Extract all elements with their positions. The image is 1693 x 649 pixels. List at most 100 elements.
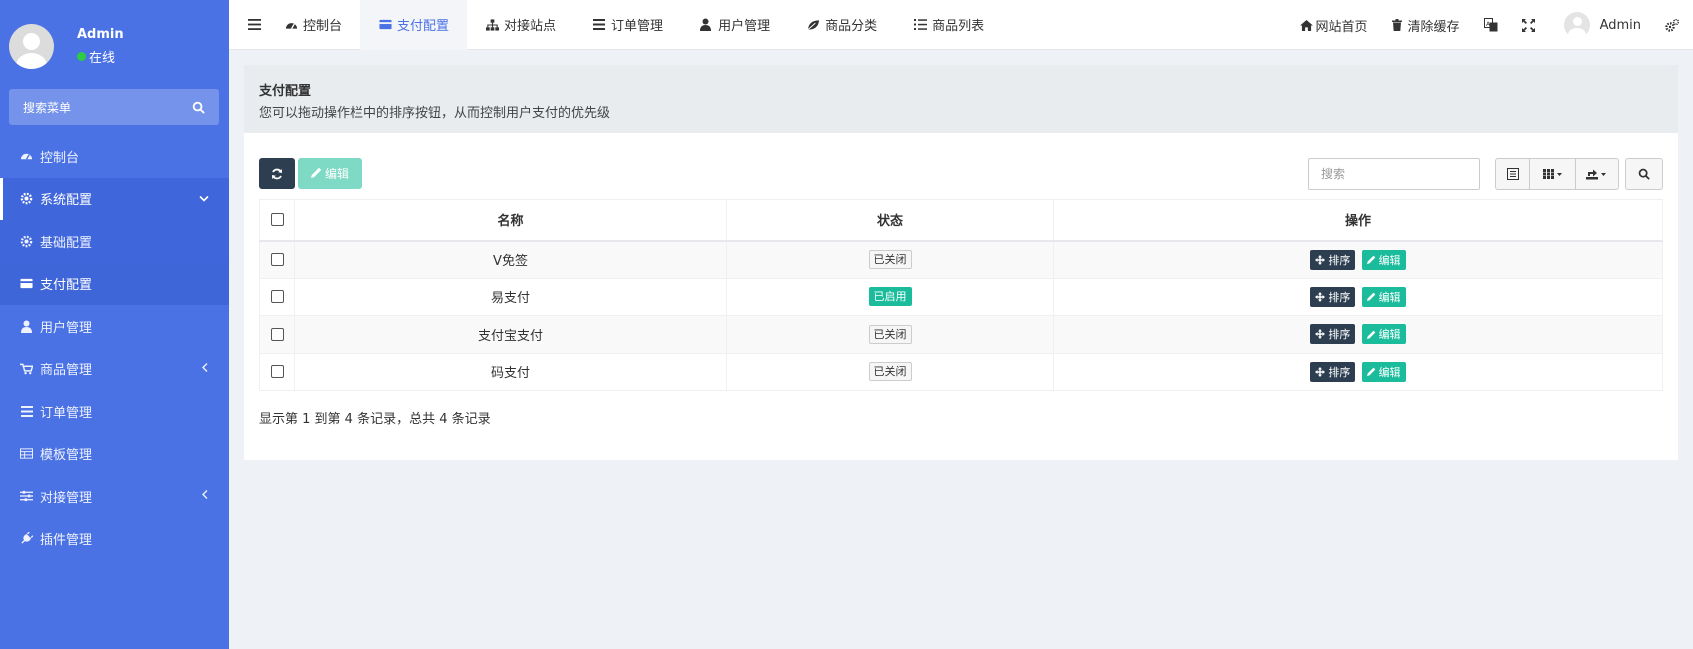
gears-icon[interactable] [1657, 0, 1687, 50]
edit-button[interactable]: 编辑 [298, 158, 362, 189]
user-status-label: 在线 [89, 50, 116, 66]
sidebar-search-menu[interactable]: 搜索菜单 [9, 89, 219, 125]
dashboard-icon [285, 18, 298, 31]
sort-button[interactable]: 排序 [1310, 324, 1356, 345]
gear-icon [20, 192, 33, 205]
sort-button[interactable]: 排序 [1310, 361, 1356, 382]
menu-toggle-icon[interactable] [242, 0, 266, 50]
row-edit-button[interactable]: 编辑 [1361, 324, 1406, 345]
sidebar-item-label: 控制台 [40, 150, 80, 166]
search-icon[interactable] [192, 101, 205, 114]
sidebar-item-user-management[interactable]: 用户管理 [0, 305, 229, 348]
user-menu[interactable]: Admin [1548, 12, 1653, 38]
tab-product-category[interactable]: 商品分类 [788, 0, 895, 50]
sidebar-item-label: 插件管理 [40, 533, 93, 549]
pagination-info: 显示第 1 到第 4 条记录，总共 4 条记录 [259, 412, 491, 427]
pencil-icon [1366, 292, 1376, 302]
sidebar-item-payment-config[interactable]: 支付配置 [0, 262, 229, 305]
row-checkbox[interactable] [270, 327, 284, 341]
fullscreen-icon[interactable] [1514, 0, 1544, 50]
pencil-icon [1366, 255, 1376, 264]
move-icon [1315, 366, 1326, 377]
avatar [1563, 12, 1590, 38]
move-icon [1315, 254, 1326, 265]
column-header-status[interactable]: 状态 [726, 199, 1054, 242]
row-checkbox[interactable] [270, 365, 284, 379]
table-icon [20, 447, 33, 460]
row-edit-label: 编辑 [1378, 253, 1401, 267]
user-icon [700, 18, 713, 31]
sort-button-label: 排序 [1328, 253, 1351, 267]
edit-button-label: 编辑 [324, 167, 349, 181]
sidebar-item-plugin-management[interactable]: 插件管理 [0, 518, 229, 561]
gear-icon [20, 235, 33, 248]
table-header-row: 名称 状态 操作 [259, 199, 1663, 242]
columns-dropdown-button[interactable] [1530, 159, 1576, 189]
payment-table: 名称 状态 操作 V免签 已关闭 排序 编辑 易支付 已启用 排序 编辑 支付宝… [259, 199, 1663, 391]
top-user-name: Admin [1599, 17, 1641, 33]
move-icon [1315, 329, 1326, 340]
export-dropdown-button[interactable] [1576, 159, 1618, 189]
sliders-icon [20, 490, 33, 503]
pencil-icon [1366, 330, 1376, 339]
sidebar-item-integration-management[interactable]: 对接管理 [0, 475, 229, 518]
row-edit-button[interactable]: 编辑 [1361, 361, 1406, 382]
tab-label: 支付配置 [397, 19, 450, 34]
sidebar-item-basic-config[interactable]: 基础配置 [0, 220, 229, 263]
tab-dashboard[interactable]: 控制台 [266, 0, 360, 50]
tab-label: 商品列表 [932, 19, 985, 34]
row-checkbox[interactable] [270, 253, 284, 266]
row-edit-button[interactable]: 编辑 [1361, 286, 1406, 307]
export-icon [1586, 169, 1606, 180]
clear-cache-button[interactable]: 清除缓存 [1380, 16, 1472, 35]
tab-payment-config[interactable]: 支付配置 [360, 0, 468, 50]
refresh-button[interactable] [259, 158, 295, 189]
cart-icon [20, 362, 33, 375]
select-all-checkbox[interactable] [270, 213, 284, 227]
advanced-search-button[interactable] [1625, 158, 1663, 190]
tab-product-list[interactable]: 商品列表 [895, 0, 1002, 50]
table-row: 易支付 已启用 排序 编辑 [259, 277, 1663, 316]
column-header-actions: 操作 [1053, 199, 1663, 242]
sidebar-user-name: Admin [77, 26, 124, 42]
sidebar-item-template-management[interactable]: 模板管理 [0, 433, 229, 476]
tab-order-management[interactable]: 订单管理 [574, 0, 681, 50]
sidebar-item-dashboard[interactable]: 控制台 [0, 135, 229, 178]
sort-button[interactable]: 排序 [1310, 249, 1356, 270]
language-icon[interactable]: A [1476, 0, 1506, 50]
table-search-input[interactable] [1308, 158, 1480, 190]
tab-connected-sites[interactable]: 对接站点 [467, 0, 574, 50]
row-edit-button[interactable]: 编辑 [1361, 249, 1406, 270]
status-badge[interactable]: 已关闭 [868, 250, 912, 269]
sidebar-nav: 控制台 系统配置 基础配置 支付配置 用户管理 商品管理 订单管理 模板管理 对… [0, 135, 229, 560]
chevron-down-icon [199, 192, 209, 205]
row-edit-label: 编辑 [1378, 290, 1401, 304]
sort-button[interactable]: 排序 [1310, 286, 1356, 307]
tab-user-management[interactable]: 用户管理 [681, 0, 788, 50]
row-name: 码支付 [294, 352, 727, 391]
sidebar-item-product-management[interactable]: 商品管理 [0, 348, 229, 391]
tab-label: 用户管理 [718, 19, 771, 34]
page-title: 支付配置 [259, 84, 312, 99]
list-ul-icon [914, 18, 928, 31]
status-badge[interactable]: 已启用 [868, 287, 912, 307]
sidebar-item-label: 用户管理 [40, 320, 93, 336]
sidebar-item-order-management[interactable]: 订单管理 [0, 390, 229, 433]
sidebar: Admin 在线 搜索菜单 控制台 系统配置 基础配置 支付配置 用户管理 商品… [0, 0, 229, 649]
pencil-icon [310, 167, 322, 181]
row-name: 支付宝支付 [294, 315, 727, 354]
status-badge[interactable]: 已关闭 [868, 362, 912, 382]
status-badge[interactable]: 已关闭 [868, 324, 912, 344]
clear-cache-label: 清除缓存 [1407, 19, 1460, 35]
avatar [9, 23, 54, 69]
sidebar-item-system-config[interactable]: 系统配置 [0, 177, 229, 220]
panel-header: 支付配置 您可以拖动操作栏中的排序按钮，从而控制用户支付的优先级 [244, 65, 1678, 133]
list-icon [593, 18, 606, 31]
sidebar-search-label: 搜索菜单 [23, 100, 72, 115]
grid-icon [1542, 169, 1562, 179]
chevron-left-icon [201, 490, 209, 503]
row-checkbox[interactable] [270, 290, 284, 304]
column-header-name[interactable]: 名称 [294, 199, 727, 242]
site-home-link[interactable]: 网站首页 [1288, 16, 1380, 35]
toggle-view-button[interactable] [1496, 159, 1530, 189]
